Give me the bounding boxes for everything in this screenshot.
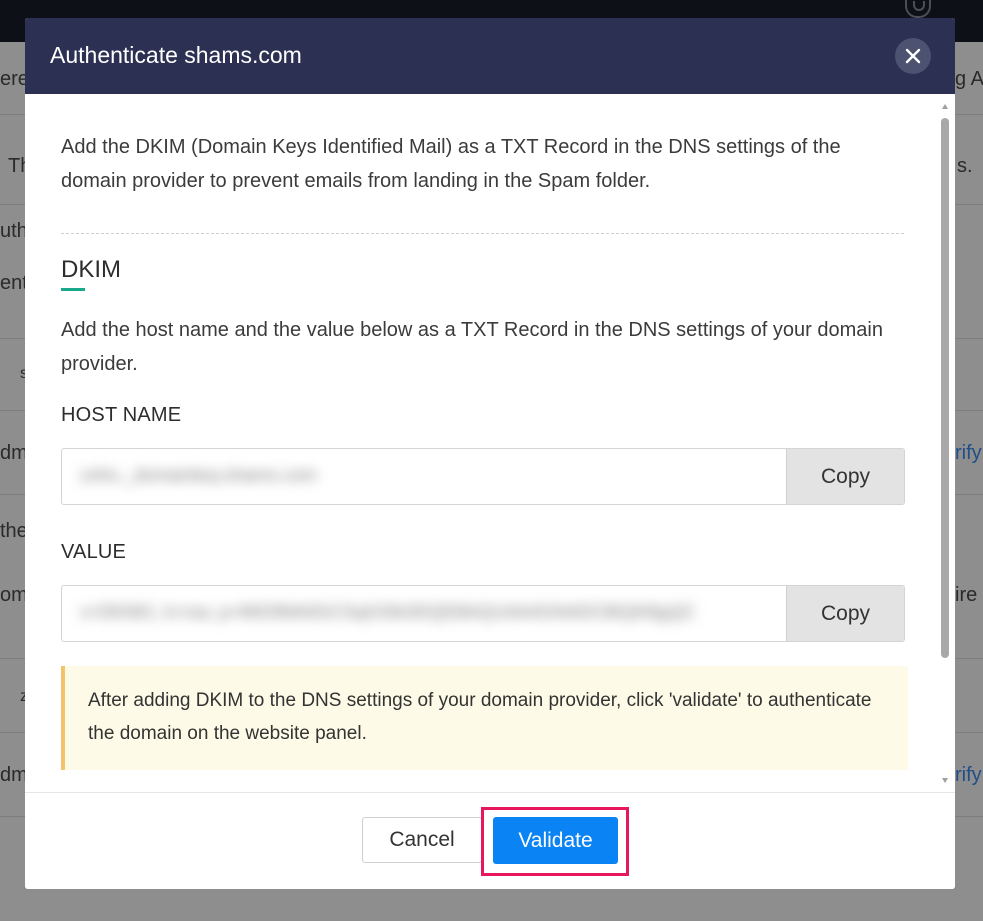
background-text: g A (955, 68, 983, 90)
background-link: rify (955, 442, 982, 464)
scroll-down-arrow-icon[interactable] (942, 778, 948, 783)
dkim-intro-text: Add the DKIM (Domain Keys Identified Mai… (61, 136, 841, 192)
value-label: VALUE (61, 541, 127, 563)
dialog-title: Authenticate shams.com (50, 42, 302, 68)
eye-icon (905, 0, 931, 18)
copy-value-button[interactable]: Copy (786, 586, 904, 641)
dialog-body: Add the DKIM (Domain Keys Identified Mai… (25, 94, 955, 792)
validate-notice-text: After adding DKIM to the DNS settings of… (88, 690, 872, 744)
dkim-section-title: DKIM (61, 256, 121, 283)
validate-button[interactable]: Validate (493, 817, 618, 864)
authenticate-domain-dialog: Authenticate shams.com Add the DKIM (Dom… (25, 18, 955, 889)
cancel-button[interactable]: Cancel (362, 817, 482, 863)
section-title-underline (61, 288, 85, 291)
close-icon (905, 48, 921, 64)
dialog-header: Authenticate shams.com (25, 18, 955, 94)
background-text: the (0, 520, 28, 542)
host-name-value[interactable]: zoho._domainkey.shams.com (80, 465, 317, 486)
dkim-value-field: v=DKIM1; k=rsa; p=MIGfMA0GCSqGSIb3DQEBAQ… (61, 585, 905, 642)
background-link: rify (955, 764, 982, 786)
dialog-scrollbar[interactable] (939, 100, 951, 790)
dkim-section-description: Add the host name and the value below as… (61, 319, 883, 375)
validate-notice: After adding DKIM to the DNS settings of… (61, 666, 908, 770)
dialog-footer: Cancel Validate (25, 792, 955, 889)
host-name-label: HOST NAME (61, 404, 182, 426)
background-text: s. (957, 155, 973, 177)
host-name-field: zoho._domainkey.shams.com Copy (61, 448, 905, 505)
dkim-value[interactable]: v=DKIM1; k=rsa; p=MIGfMA0GCSqGSIb3DQEBAQ… (80, 602, 696, 623)
background-text: ire (955, 584, 978, 606)
close-button[interactable] (895, 38, 931, 74)
background-text: uth (0, 220, 28, 242)
scroll-up-arrow-icon[interactable] (942, 104, 948, 109)
background-text: dm (0, 442, 28, 464)
scrollbar-thumb[interactable] (941, 118, 949, 658)
copy-host-name-button[interactable]: Copy (786, 449, 904, 504)
background-text: ent (0, 272, 28, 294)
dashed-divider (61, 233, 904, 234)
background-text: dm (0, 764, 28, 786)
